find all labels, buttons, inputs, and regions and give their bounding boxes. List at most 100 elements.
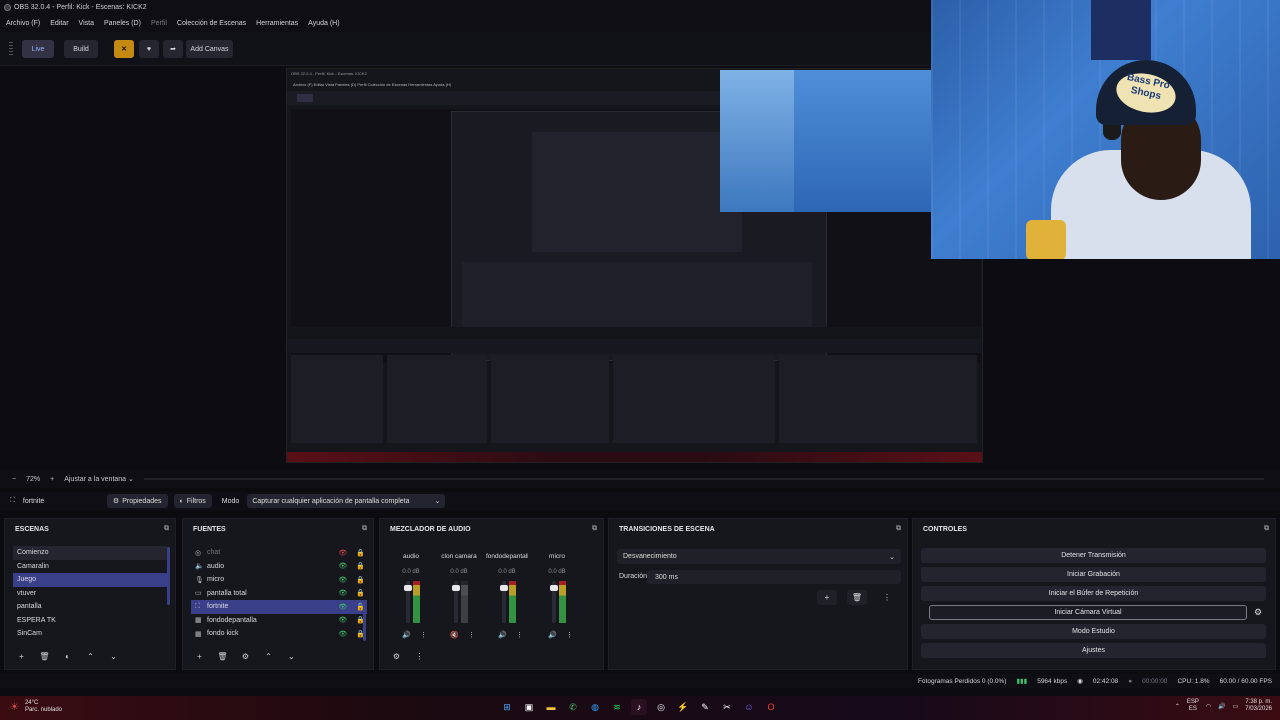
eye-icon[interactable]: 👁 xyxy=(338,616,347,624)
menu-herramientas[interactable]: Herramientas xyxy=(256,20,298,27)
more-icon[interactable]: ⋮ xyxy=(468,631,475,639)
speaker-icon[interactable]: 🔊 xyxy=(402,631,411,639)
volume-icon[interactable]: 🔊 xyxy=(1218,703,1225,710)
transition-select[interactable]: Desvanecimiento ⌄ xyxy=(617,549,901,564)
scene-item[interactable]: Comienzo xyxy=(13,546,167,560)
tiktok-icon[interactable]: ♪ xyxy=(631,699,647,715)
volume-knob[interactable] xyxy=(404,585,412,591)
undock-icon[interactable]: ⧉ xyxy=(592,525,597,533)
scene-item[interactable]: vtuver xyxy=(13,587,167,601)
scene-item[interactable]: pantalla xyxy=(13,600,167,614)
edge-icon[interactable]: ◍ xyxy=(587,699,603,715)
arrow-up-icon[interactable]: ⌃ xyxy=(82,650,99,663)
menu-ayuda[interactable]: Ayuda (H) xyxy=(308,20,339,27)
start-replay-buffer-button[interactable]: Iniciar el Búfer de Repetición xyxy=(921,586,1266,601)
studio-mode-button[interactable]: Modo Estudio xyxy=(921,624,1266,639)
duration-input[interactable]: 300 ms xyxy=(647,570,901,584)
battery-icon[interactable]: ▭ xyxy=(1233,703,1239,710)
discord-icon[interactable]: ☺ xyxy=(741,699,757,715)
start-recording-button[interactable]: Iniciar Grabación xyxy=(921,567,1266,582)
scene-item-selected[interactable]: Juego xyxy=(13,573,167,587)
gear-icon[interactable]: ⚙ xyxy=(388,650,405,663)
settings-button[interactable]: Ajustes xyxy=(921,643,1266,658)
menu-vista[interactable]: Vista xyxy=(79,20,94,27)
eye-icon[interactable]: 👁 xyxy=(338,589,347,597)
start-virtual-camera-button[interactable]: Iniciar Cámara Virtual xyxy=(929,605,1247,620)
wifi-icon[interactable]: ◠ xyxy=(1206,703,1211,710)
trash-icon[interactable]: 🗑 xyxy=(36,650,53,663)
more-icon[interactable]: ⋮ xyxy=(877,590,897,605)
source-item[interactable]: ◎ chat 👁 🔒 xyxy=(191,546,367,560)
lock-icon[interactable]: 🔒 xyxy=(356,549,365,557)
capture-mode-select[interactable]: Capturar cualquier aplicación de pantall… xyxy=(247,494,446,508)
whatsapp-icon[interactable]: ✆ xyxy=(565,699,581,715)
trash-icon[interactable]: 🗑 xyxy=(847,590,867,605)
sources-scrollbar[interactable] xyxy=(363,601,366,641)
capcut-icon[interactable]: ✂ xyxy=(719,699,735,715)
toolbar-grip-handle[interactable] xyxy=(9,42,13,56)
menu-paneles[interactable]: Paneles (D) xyxy=(104,20,141,27)
opera-icon[interactable]: O xyxy=(763,699,779,715)
properties-button[interactable]: ⚙ Propiedades xyxy=(106,494,168,508)
add-source-icon[interactable]: + xyxy=(191,650,208,663)
share-icon[interactable]: ➦ xyxy=(163,40,183,58)
volume-knob[interactable] xyxy=(500,585,508,591)
lock-icon[interactable]: 🔒 xyxy=(356,562,365,570)
clock[interactable]: 7:38 p. m. 7/03/2026 xyxy=(1245,699,1272,713)
add-canvas-button[interactable]: Add Canvas xyxy=(186,40,233,58)
weather-widget[interactable]: ☀ 24°C Parc. nublado xyxy=(10,700,62,714)
arrow-up-icon[interactable]: ⌃ xyxy=(260,650,277,663)
spotify-icon[interactable]: ≋ xyxy=(609,699,625,715)
eye-icon[interactable]: 👁 xyxy=(338,603,347,611)
obs-icon[interactable]: ◎ xyxy=(653,699,669,715)
arrow-down-icon[interactable]: ⌄ xyxy=(283,650,300,663)
virtual-camera-settings-icon[interactable]: ⚙ xyxy=(1254,607,1262,618)
stop-streaming-button[interactable]: Detener Transmisión xyxy=(921,548,1266,563)
source-item[interactable]: 🎙 micro 👁 🔒 xyxy=(191,573,367,587)
lock-icon[interactable]: 🔒 xyxy=(356,589,365,597)
vpn-icon[interactable]: ⚡ xyxy=(675,699,691,715)
lock-icon[interactable]: 🔒 xyxy=(356,576,365,584)
source-item[interactable]: ▦ fondodepantalla 👁 🔒 xyxy=(191,614,367,628)
speaker-icon[interactable]: 🔊 xyxy=(548,631,557,639)
eye-hidden-icon[interactable]: 👁 xyxy=(338,549,347,557)
scene-item[interactable]: ESPERA TK xyxy=(13,614,167,628)
zoom-out-button[interactable]: − xyxy=(12,476,16,483)
file-explorer-icon[interactable]: ▬ xyxy=(543,699,559,715)
undock-icon[interactable]: ⧉ xyxy=(1264,525,1269,533)
undock-icon[interactable]: ⧉ xyxy=(896,525,901,533)
zoom-in-button[interactable]: + xyxy=(50,476,54,483)
task-view-icon[interactable]: ▣ xyxy=(521,699,537,715)
chevron-up-icon[interactable]: ⌃ xyxy=(1175,703,1180,710)
source-item[interactable]: ▭ pantalla total 👁 🔒 xyxy=(191,587,367,601)
undock-icon[interactable]: ⧉ xyxy=(164,525,169,533)
notepad-icon[interactable]: ✎ xyxy=(697,699,713,715)
menu-perfil[interactable]: Perfil xyxy=(151,20,167,27)
build-button[interactable]: Build xyxy=(64,40,98,58)
close-canvas-icon[interactable]: ✕ xyxy=(114,40,134,58)
more-icon[interactable]: ⋮ xyxy=(566,631,573,639)
trash-icon[interactable]: 🗑 xyxy=(214,650,231,663)
menu-coleccion-escenas[interactable]: Colección de Escenas xyxy=(177,20,246,27)
filters-button[interactable]: ◐ Filtros xyxy=(173,494,212,508)
scene-item[interactable]: SinCam xyxy=(13,627,167,641)
volume-knob[interactable] xyxy=(550,585,558,591)
source-item-selected[interactable]: ⛶ fortnite 👁 🔓 xyxy=(191,600,367,614)
gear-icon[interactable]: ⚙ xyxy=(237,650,254,663)
scenes-scrollbar[interactable] xyxy=(167,547,170,605)
fit-window-select[interactable]: Ajustar a la ventana ⌄ xyxy=(64,475,134,483)
eye-icon[interactable]: 👁 xyxy=(338,562,347,570)
speaker-icon[interactable]: 🔊 xyxy=(498,631,507,639)
language-indicator[interactable]: ESP ES xyxy=(1187,699,1199,713)
live-button[interactable]: Live xyxy=(22,40,54,58)
add-scene-icon[interactable]: + xyxy=(13,650,30,663)
windows-start-icon[interactable]: ⊞ xyxy=(499,699,515,715)
filter-icon[interactable]: ◐ xyxy=(59,650,76,663)
more-icon[interactable]: ⋮ xyxy=(420,631,427,639)
more-icon[interactable]: ⋮ xyxy=(516,631,523,639)
add-transition-icon[interactable]: + xyxy=(817,590,837,605)
webcam-overlay[interactable]: Bass Pro Shops xyxy=(931,0,1280,259)
eye-icon[interactable]: 👁 xyxy=(338,576,347,584)
arrow-down-icon[interactable]: ⌄ xyxy=(105,650,122,663)
heart-icon[interactable]: ♥ xyxy=(139,40,159,58)
